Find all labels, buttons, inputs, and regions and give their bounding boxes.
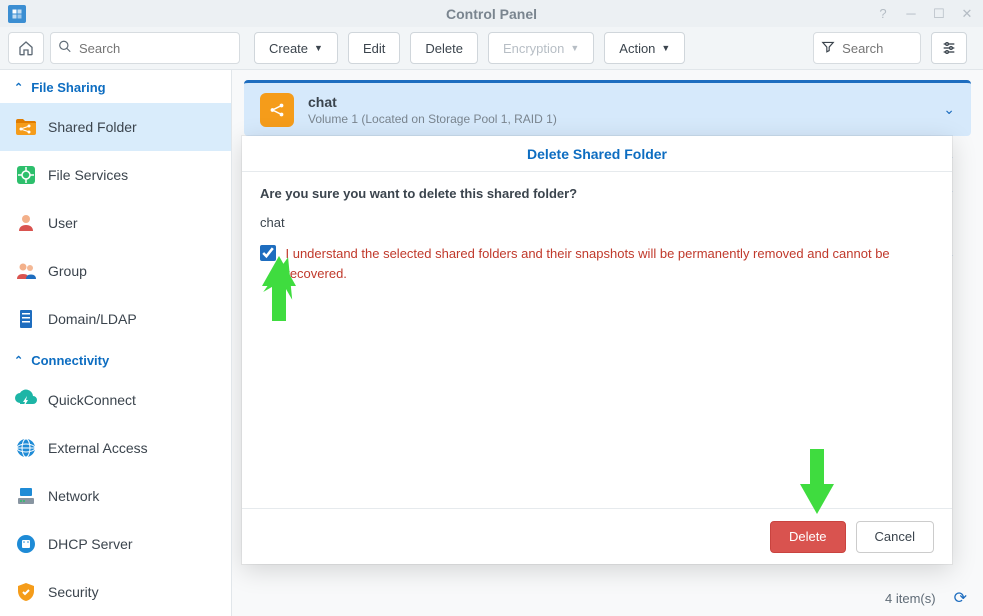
sidebar-item-quickconnect[interactable]: QuickConnect <box>0 376 231 424</box>
home-button[interactable] <box>8 32 44 64</box>
sidebar-item-label: User <box>48 215 78 231</box>
dhcp-server-icon <box>14 532 38 556</box>
top-strip: Create▼ Edit Delete Encryption▼ Action▼ <box>0 27 983 70</box>
dialog-delete-button[interactable]: Delete <box>770 521 846 553</box>
delete-button[interactable]: Delete <box>410 32 478 64</box>
dialog-footer: Delete Cancel <box>242 508 952 564</box>
folder-name: chat <box>308 94 929 110</box>
delete-dialog: Delete Shared Folder Are you sure you wa… <box>242 136 952 564</box>
sidebar-item-label: Security <box>48 584 99 600</box>
filter-icon <box>821 40 835 57</box>
search-icon <box>58 40 72 57</box>
external-access-icon <box>14 436 38 460</box>
sidebar-item-user[interactable]: User <box>0 199 231 247</box>
window-title: Control Panel <box>446 6 537 22</box>
network-icon <box>14 484 38 508</box>
file-services-icon <box>14 163 38 187</box>
folder-row-chat[interactable]: chat Volume 1 (Located on Storage Pool 1… <box>244 80 971 136</box>
sidebar-item-dhcp-server[interactable]: DHCP Server <box>0 520 231 568</box>
caret-down-icon: ▼ <box>661 43 670 53</box>
confirm-label: I understand the selected shared folders… <box>286 244 935 283</box>
titlebar: Control Panel ? ─ ☐ ✕ <box>0 0 983 27</box>
dialog-body: Are you sure you want to delete this sha… <box>242 172 952 508</box>
security-icon <box>14 580 38 604</box>
item-count: 4 item(s) <box>885 591 936 606</box>
encryption-button[interactable]: Encryption▼ <box>488 32 594 64</box>
folder-meta: Volume 1 (Located on Storage Pool 1, RAI… <box>308 112 929 126</box>
toolbar-search <box>813 32 921 64</box>
content: ⌃File Sharing Shared Folder File Service… <box>0 70 983 616</box>
sidebar-item-security[interactable]: Security <box>0 568 231 616</box>
shared-folder-icon <box>14 115 38 139</box>
action-button[interactable]: Action▼ <box>604 32 685 64</box>
confirm-checkbox-row[interactable]: I understand the selected shared folders… <box>260 244 934 283</box>
sidebar-item-file-services[interactable]: File Services <box>0 151 231 199</box>
confirm-checkbox[interactable] <box>260 245 276 261</box>
quickconnect-icon <box>14 388 38 412</box>
sidebar-item-label: Domain/LDAP <box>48 311 137 327</box>
dialog-folder-name: chat <box>260 215 934 230</box>
window-controls: ? ─ ☐ ✕ <box>875 6 975 22</box>
control-panel-window: Control Panel ? ─ ☐ ✕ Create▼ Edit Delet… <box>0 0 983 616</box>
minimize-icon[interactable]: ─ <box>903 6 919 22</box>
sidebar-item-label: External Access <box>48 440 148 456</box>
help-icon[interactable]: ? <box>875 6 891 22</box>
toolbar: Create▼ Edit Delete Encryption▼ Action▼ <box>246 32 975 64</box>
sidebar-item-label: Group <box>48 263 87 279</box>
user-icon <box>14 211 38 235</box>
sidebar-item-network[interactable]: Network <box>0 472 231 520</box>
share-icon <box>260 93 294 127</box>
dialog-question: Are you sure you want to delete this sha… <box>260 186 934 201</box>
sidebar-search <box>50 32 240 64</box>
sidebar-top <box>8 32 240 64</box>
create-button[interactable]: Create▼ <box>254 32 338 64</box>
main-area: chat Volume 1 (Located on Storage Pool 1… <box>232 70 983 616</box>
sidebar-search-input[interactable] <box>50 32 240 64</box>
sidebar-item-domain-ldap[interactable]: Domain/LDAP <box>0 295 231 343</box>
sidebar-item-group[interactable]: Group <box>0 247 231 295</box>
settings-toggle-button[interactable] <box>931 32 967 64</box>
sidebar-item-label: DHCP Server <box>48 536 133 552</box>
chevron-up-icon: ⌃ <box>14 81 23 94</box>
sidebar-item-label: File Services <box>48 167 128 183</box>
caret-down-icon: ▼ <box>314 43 323 53</box>
app-icon <box>8 5 26 23</box>
sidebar-item-label: Shared Folder <box>48 119 137 135</box>
dialog-title: Delete Shared Folder <box>242 136 952 172</box>
status-footer: 4 item(s) ⟳ <box>885 588 967 608</box>
sidebar-item-label: QuickConnect <box>48 392 136 408</box>
dialog-cancel-button[interactable]: Cancel <box>856 521 934 553</box>
chevron-up-icon: ⌃ <box>14 354 23 367</box>
sidebar-item-shared-folder[interactable]: Shared Folder <box>0 103 231 151</box>
refresh-button[interactable]: ⟳ <box>954 588 967 608</box>
domain-ldap-icon <box>14 307 38 331</box>
chevron-down-icon[interactable]: ⌄ <box>943 101 955 118</box>
maximize-icon[interactable]: ☐ <box>931 6 947 22</box>
sidebar: ⌃File Sharing Shared Folder File Service… <box>0 70 232 616</box>
sidebar-item-external-access[interactable]: External Access <box>0 424 231 472</box>
section-file-sharing[interactable]: ⌃File Sharing <box>0 70 231 103</box>
close-icon[interactable]: ✕ <box>959 6 975 22</box>
group-icon <box>14 259 38 283</box>
edit-button[interactable]: Edit <box>348 32 400 64</box>
caret-down-icon: ▼ <box>570 43 579 53</box>
section-connectivity[interactable]: ⌃Connectivity <box>0 343 231 376</box>
sidebar-item-label: Network <box>48 488 99 504</box>
